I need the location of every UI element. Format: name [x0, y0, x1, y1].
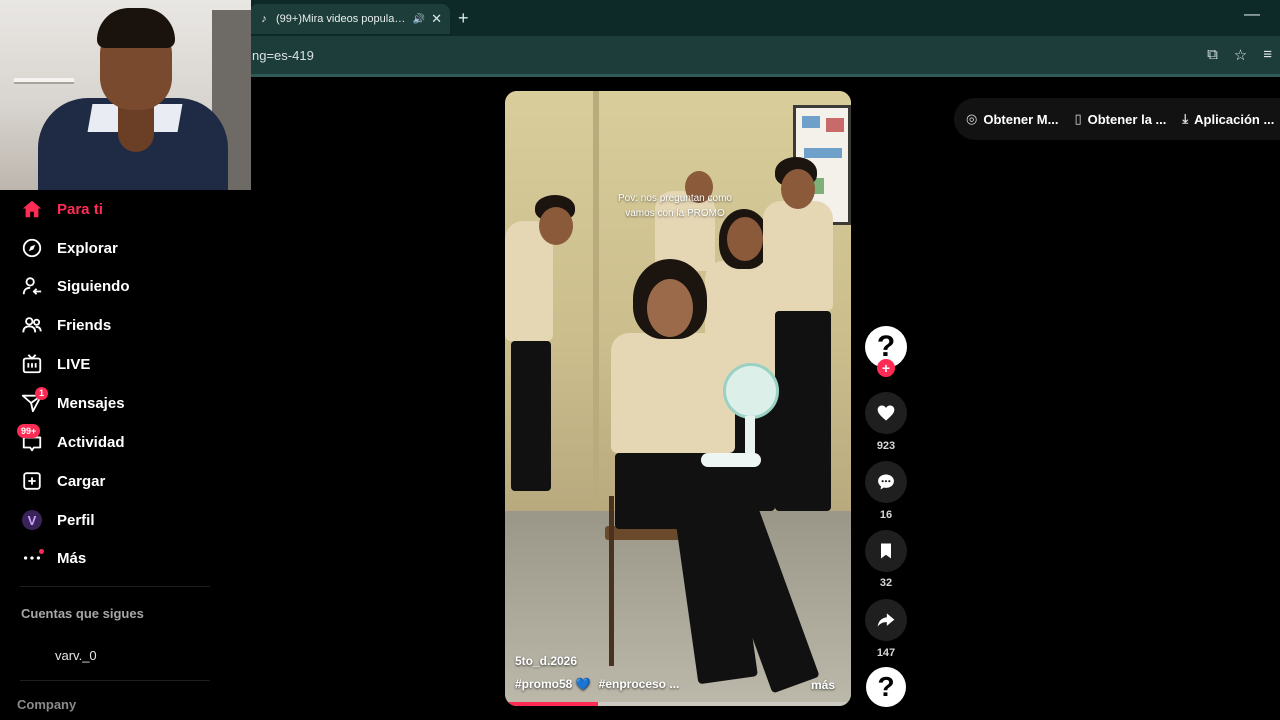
share-arrow-icon	[877, 613, 895, 627]
cam-streamer-hair	[97, 8, 175, 48]
bookmark-icon	[881, 543, 891, 559]
sidebar-item-label: Más	[57, 549, 87, 567]
bookmark-star-icon[interactable]: ☆	[1234, 46, 1247, 64]
follow-button[interactable]: +	[877, 359, 895, 377]
phone-icon: ▯	[1074, 111, 1082, 126]
sidebar-item-label: Mensajes	[57, 394, 125, 412]
sidebar-item-siguiendo[interactable]: Siguiendo	[20, 272, 130, 300]
sidebar-item-live[interactable]: LIVE	[20, 350, 90, 378]
sidebar-item-label: Perfil	[57, 511, 95, 529]
top-actions-bar: ◎ Obtener M... ▯ Obtener la ... ⤓ Aplica…	[954, 98, 1280, 140]
music-disc[interactable]: ?	[866, 667, 906, 707]
speaker-icon[interactable]: 🔊	[413, 14, 425, 25]
following-account[interactable]: varv._0	[55, 648, 97, 663]
sidebar-item-label: Actividad	[57, 433, 125, 451]
download-icon: ⤓	[1182, 111, 1189, 126]
get-app-button[interactable]: ▯ Obtener la ...	[1074, 111, 1166, 127]
install-app-icon[interactable]: ⧉	[1207, 46, 1218, 64]
company-link[interactable]: Company	[17, 697, 76, 712]
sidebar-item-label: Explorar	[57, 239, 118, 257]
save-button[interactable]	[865, 530, 907, 572]
sidebar-item-label: Cargar	[57, 472, 106, 490]
coin-icon: ◎	[966, 111, 978, 126]
comment-button[interactable]	[865, 461, 907, 503]
send-icon: 1	[20, 387, 48, 415]
sidebar-divider	[20, 680, 210, 681]
address-text[interactable]: ng=es-419	[252, 48, 314, 63]
comment-count: 16	[879, 509, 893, 521]
more-dots-icon	[20, 546, 44, 570]
top-action-label: Aplicación ...	[1194, 111, 1275, 127]
share-count: 147	[876, 647, 896, 659]
top-action-label: Obtener M...	[983, 111, 1059, 127]
live-tv-icon	[20, 352, 44, 376]
sidebar-divider	[20, 586, 210, 587]
following-icon	[20, 274, 44, 298]
reading-list-icon[interactable]: ≡	[1263, 46, 1272, 64]
sidebar-item-mas[interactable]: Más	[20, 544, 86, 572]
browser-tab[interactable]: ♪ (99+)Mira videos populares 🔊 ✕	[250, 4, 450, 34]
video-progress-fill	[505, 702, 599, 706]
like-button[interactable]	[865, 392, 907, 434]
sidebar-item-friends[interactable]: Friends	[20, 311, 111, 339]
more-notification-dot	[39, 549, 44, 554]
video-handheld-fan	[723, 363, 779, 419]
screen: ♪ (99+)Mira videos populares 🔊 ✕ + — ng=…	[0, 0, 1280, 720]
sidebar: Para ti Explorar Siguiendo Friends LIVE	[0, 190, 250, 720]
video-scene-pillar	[593, 91, 599, 511]
get-coins-button[interactable]: ◎ Obtener M...	[966, 111, 1058, 127]
toolbar-icons: ⧉ ☆ ≡	[1207, 46, 1272, 64]
profile-avatar: V	[20, 508, 44, 532]
video-progress-bar[interactable]	[505, 702, 851, 706]
save-count: 32	[879, 577, 893, 589]
compass-icon	[20, 236, 44, 260]
upload-plus-icon	[20, 469, 44, 493]
profile-avatar-letter: V	[22, 510, 42, 530]
new-tab-button[interactable]: +	[458, 8, 469, 29]
sidebar-item-label: Para ti	[57, 200, 103, 218]
comment-icon	[878, 474, 894, 490]
share-button[interactable]	[865, 599, 907, 641]
activity-badge: 99+	[17, 424, 41, 438]
hashtag-link[interactable]: #enproceso ...	[599, 677, 680, 691]
like-count: 923	[876, 440, 896, 452]
video-overlay-caption: Pov: nos preguntan como vamos con la PRO…	[618, 193, 732, 219]
tiktok-favicon-icon: ♪	[261, 13, 267, 25]
webcam-overlay	[0, 0, 251, 190]
cam-shelf	[14, 78, 74, 84]
sidebar-item-perfil[interactable]: V Perfil	[20, 506, 95, 534]
video-author[interactable]: 5to_d.2026	[515, 654, 577, 668]
friends-icon	[20, 313, 44, 337]
sidebar-item-label: LIVE	[57, 355, 91, 373]
messages-badge: 1	[35, 387, 48, 400]
top-action-label: Obtener la ...	[1087, 111, 1167, 127]
hashtag-link[interactable]: #promo58 💙	[515, 677, 591, 691]
video-chair-leg	[609, 496, 614, 666]
sidebar-item-cargar[interactable]: Cargar	[20, 467, 105, 495]
sidebar-item-mensajes[interactable]: 1 Mensajes	[20, 387, 125, 417]
sidebar-item-label: Siguiendo	[57, 277, 130, 295]
following-section-title: Cuentas que sigues	[21, 606, 144, 621]
caption-more-button[interactable]: más	[811, 678, 835, 692]
video-hashtags: #promo58 💙 #enproceso ...	[515, 677, 679, 691]
sidebar-item-explorar[interactable]: Explorar	[20, 234, 118, 262]
heart-icon	[877, 405, 895, 421]
home-icon	[20, 197, 44, 221]
video-fan-base	[701, 453, 761, 467]
tab-close-icon[interactable]: ✕	[431, 11, 442, 27]
sidebar-item-actividad[interactable]: 99+ Actividad	[17, 424, 125, 456]
inbox-icon: 99+	[17, 424, 44, 454]
video-player[interactable]: Pov: nos preguntan como vamos con la PRO…	[505, 91, 851, 706]
sidebar-item-para-ti[interactable]: Para ti	[20, 195, 103, 223]
sidebar-item-label: Friends	[57, 316, 112, 334]
minimize-button[interactable]: —	[1244, 6, 1260, 24]
desktop-app-button[interactable]: ⤓ Aplicación ...	[1182, 111, 1274, 127]
tab-title: (99+)Mira videos populares	[276, 13, 407, 25]
